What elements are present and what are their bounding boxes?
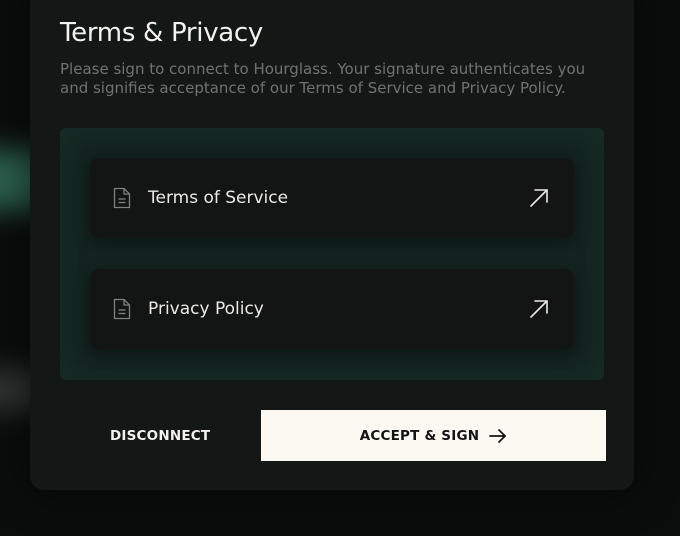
disconnect-button[interactable]: DISCONNECT [90,410,260,462]
terms-of-service-link[interactable]: Terms of Service [90,158,574,238]
terms-of-service-label: Terms of Service [148,188,289,208]
terms-privacy-modal: Terms & Privacy Please sign to connect t… [30,0,634,490]
document-icon [113,298,131,320]
arrow-right-icon [489,428,507,443]
modal-description: Please sign to connect to Hourglass. You… [60,60,586,97]
document-icon [113,187,131,209]
accept-and-sign-label: ACCEPT & SIGN [359,427,480,444]
external-link-icon [530,300,548,318]
modal-title: Terms & Privacy [60,18,264,48]
privacy-policy-label: Privacy Policy [148,299,264,319]
privacy-policy-link[interactable]: Privacy Policy [90,269,574,349]
external-link-icon [530,189,548,207]
accept-and-sign-button[interactable]: ACCEPT & SIGN [261,410,606,461]
documents-panel: Terms of Service Privacy Policy [60,128,604,380]
